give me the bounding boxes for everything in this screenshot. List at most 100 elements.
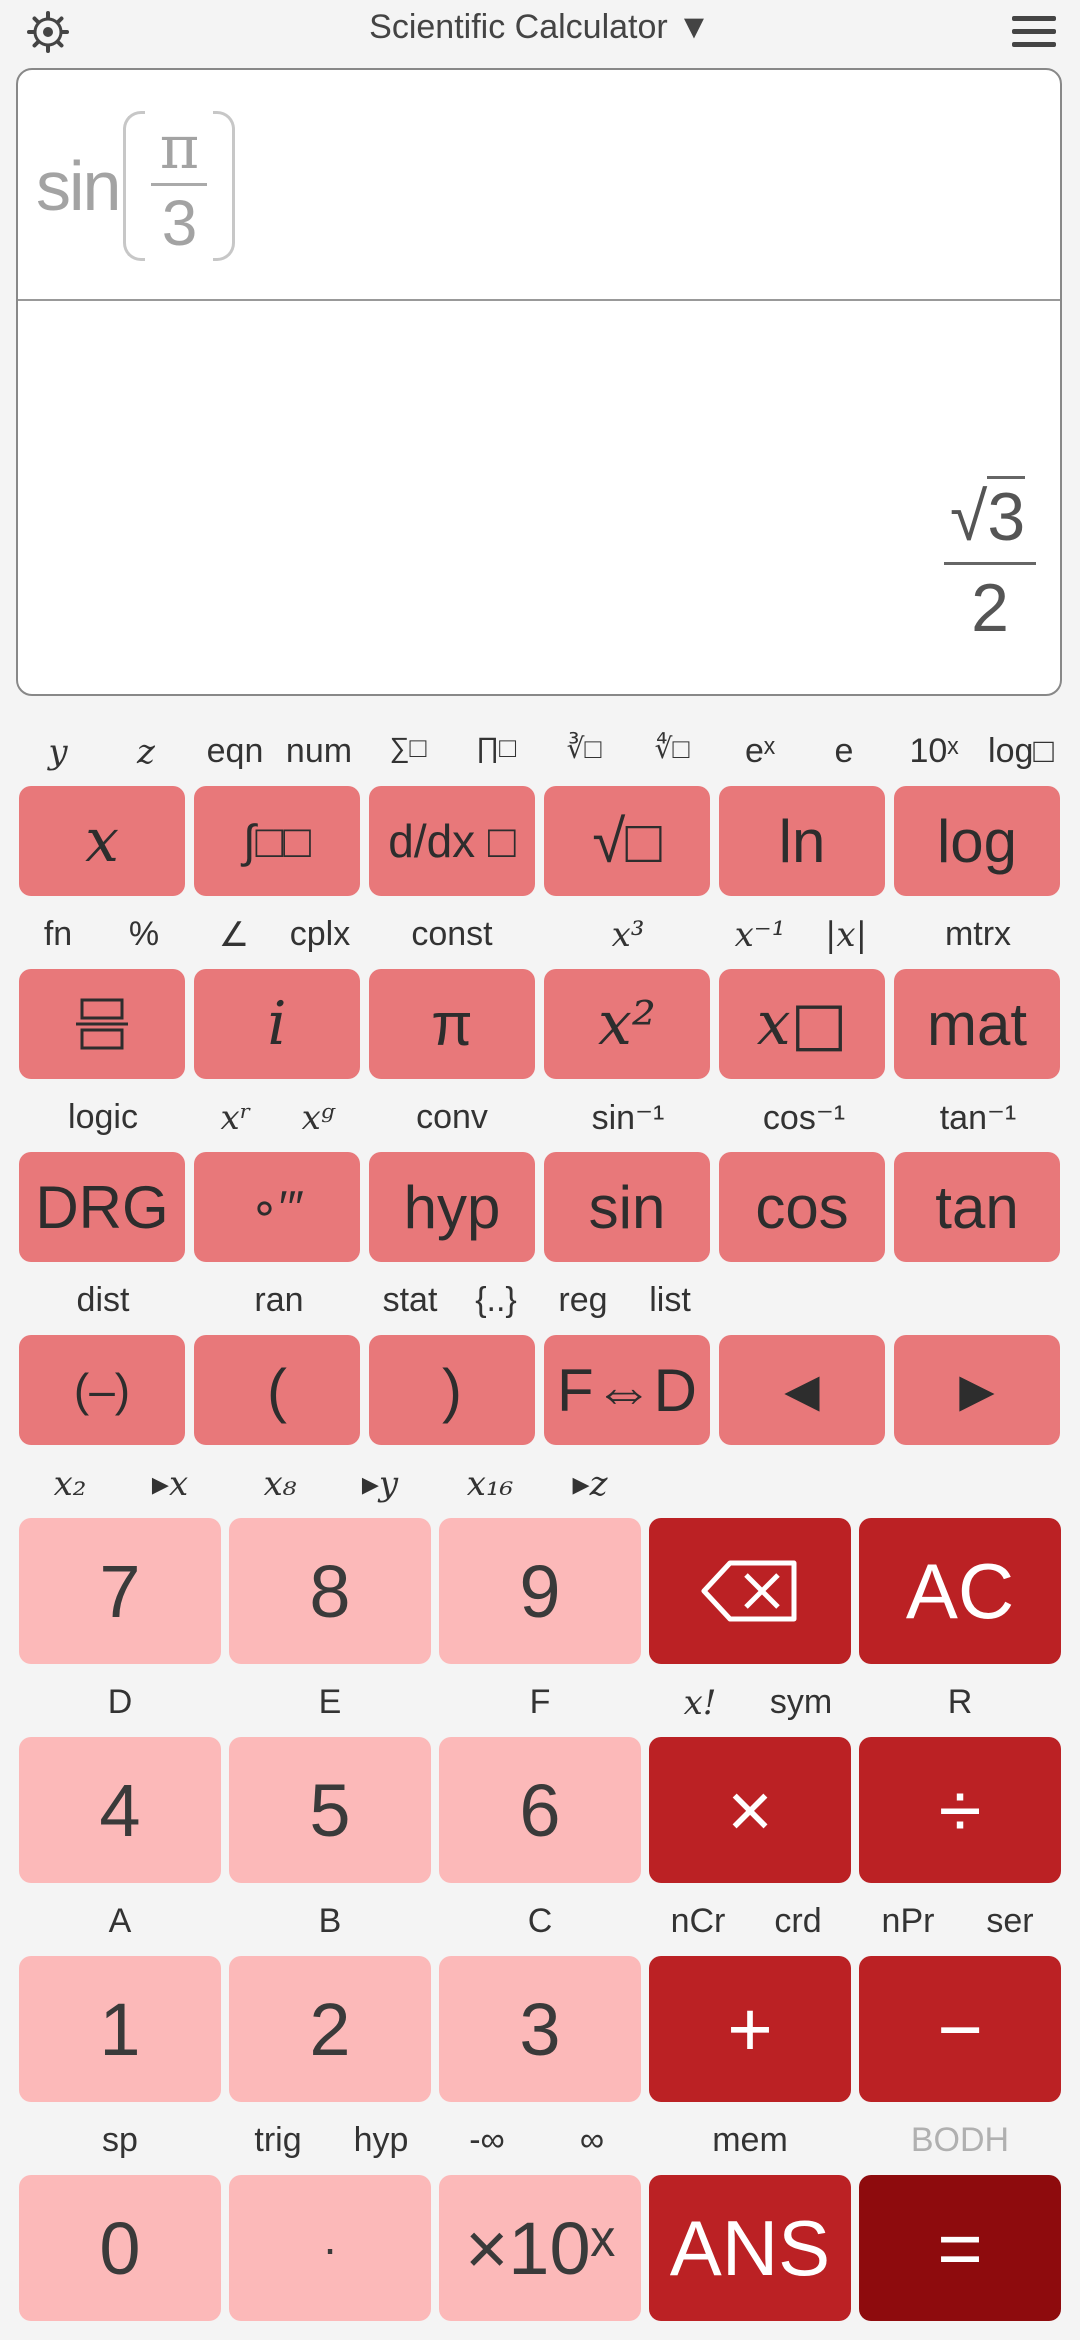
label-neg-infinity: -∞: [469, 2121, 505, 2159]
fraction-icon: [76, 998, 128, 1050]
label-to-x: ▸x: [151, 1464, 189, 1504]
label-num: num: [285, 732, 353, 770]
derivative-key[interactable]: d/dx □: [369, 786, 535, 896]
label-x-g: xᵍ: [301, 1098, 335, 1138]
drg-key[interactable]: DRG: [19, 1152, 185, 1262]
label-exp: eˣ: [744, 732, 776, 770]
label-set: {..}: [475, 1281, 517, 1319]
digit-7-key[interactable]: 7: [19, 1518, 221, 1664]
expression-function: sin: [36, 147, 121, 225]
pi-key[interactable]: π: [369, 969, 535, 1079]
label-R: R: [947, 1683, 973, 1721]
input-expression[interactable]: sin π 3: [36, 106, 236, 266]
display-divider: [18, 299, 1060, 301]
result-value: √3 2: [940, 476, 1040, 645]
result-numerator: √3: [940, 476, 1040, 556]
label-nth-root: ∜□: [654, 733, 690, 764]
label-sum: ∑□: [389, 732, 427, 763]
decimal-point-key[interactable]: ·: [229, 2175, 431, 2321]
top-bar: Scientific Calculator ▼: [0, 0, 1080, 66]
label-x-r: xʳ: [220, 1098, 252, 1138]
label-ser: ser: [986, 1902, 1034, 1940]
fraction-decimal-toggle-key[interactable]: F⇔D: [544, 1335, 710, 1445]
answer-key[interactable]: ANS: [649, 2175, 851, 2321]
label-z: z: [137, 732, 155, 772]
square-root-key[interactable]: √□: [544, 786, 710, 896]
digit-8-key[interactable]: 8: [229, 1518, 431, 1664]
log-key[interactable]: log: [894, 786, 1060, 896]
label-x-base16: x₁₆: [466, 1464, 514, 1504]
label-y: y: [48, 732, 68, 772]
label-hyp: hyp: [353, 2121, 409, 2159]
label-hex-D: D: [107, 1683, 133, 1721]
label-arcsin: sin⁻¹: [591, 1099, 665, 1137]
add-key[interactable]: +: [649, 1956, 851, 2102]
cursor-left-key[interactable]: ◀: [719, 1335, 885, 1445]
left-paren: [123, 111, 146, 261]
power-key[interactable]: x□: [719, 969, 885, 1079]
result-radicand: 3: [987, 476, 1026, 555]
matrix-key[interactable]: mat: [894, 969, 1060, 1079]
label-sp: sp: [102, 2121, 138, 2159]
label-ten-power: 10ˣ: [909, 732, 959, 770]
digit-9-key[interactable]: 9: [439, 1518, 641, 1664]
label-arctan: tan⁻¹: [939, 1099, 1017, 1137]
label-mtrx: mtrx: [944, 915, 1012, 953]
label-reg: reg: [558, 1281, 608, 1319]
mode-selector[interactable]: Scientific Calculator ▼: [0, 8, 1080, 47]
label-infinity: ∞: [579, 2121, 605, 2159]
digit-5-key[interactable]: 5: [229, 1737, 431, 1883]
backspace-key[interactable]: [649, 1518, 851, 1664]
calculator-display[interactable]: sin π 3 √3 2: [16, 68, 1062, 696]
menu-icon[interactable]: [1012, 16, 1056, 50]
label-product: ∏□: [476, 732, 516, 763]
variable-x-key[interactable]: x: [19, 786, 185, 896]
label-percent: %: [128, 915, 160, 953]
all-clear-key[interactable]: AC: [859, 1518, 1061, 1664]
label-hex-A: A: [108, 1902, 132, 1940]
imaginary-i-key[interactable]: i: [194, 969, 360, 1079]
label-const: const: [411, 915, 493, 953]
integral-key[interactable]: ∫□□: [194, 786, 360, 896]
label-abs: |x|: [824, 915, 868, 955]
tan-key[interactable]: tan: [894, 1152, 1060, 1262]
label-factorial: x!: [683, 1683, 717, 1723]
label-mem: mem: [712, 2121, 788, 2159]
close-paren-key[interactable]: ): [369, 1335, 535, 1445]
equals-key[interactable]: =: [859, 2175, 1061, 2321]
label-log-base: log□: [988, 732, 1054, 770]
hyp-key[interactable]: hyp: [369, 1152, 535, 1262]
label-crd: crd: [774, 1902, 822, 1940]
negative-key[interactable]: (–): [19, 1335, 185, 1445]
digit-6-key[interactable]: 6: [439, 1737, 641, 1883]
digit-1-key[interactable]: 1: [19, 1956, 221, 2102]
digit-3-key[interactable]: 3: [439, 1956, 641, 2102]
fraction-key[interactable]: [19, 969, 185, 1079]
label-inverse: x⁻¹: [734, 915, 786, 955]
label-fn: fn: [43, 915, 73, 953]
square-key[interactable]: x²: [544, 969, 710, 1079]
ln-key[interactable]: ln: [719, 786, 885, 896]
result-fraction-bar: [944, 562, 1036, 565]
label-trig: trig: [254, 2121, 302, 2159]
subtract-key[interactable]: −: [859, 1956, 1061, 2102]
label-cplx: cplx: [289, 915, 351, 953]
divide-key[interactable]: ÷: [859, 1737, 1061, 1883]
label-x-base8: x₈: [263, 1464, 297, 1504]
digit-0-key[interactable]: 0: [19, 2175, 221, 2321]
label-to-z: ▸z: [572, 1464, 608, 1504]
open-paren-key[interactable]: (: [194, 1335, 360, 1445]
degree-minute-second-key[interactable]: ∘′″: [194, 1152, 360, 1262]
times-ten-power-key[interactable]: ×10ˣ: [439, 2175, 641, 2321]
multiply-key[interactable]: ×: [649, 1737, 851, 1883]
label-x-base2: x₂: [53, 1464, 87, 1504]
sin-key[interactable]: sin: [544, 1152, 710, 1262]
digit-2-key[interactable]: 2: [229, 1956, 431, 2102]
digit-4-key[interactable]: 4: [19, 1737, 221, 1883]
cursor-right-key[interactable]: ▶: [894, 1335, 1060, 1445]
label-nCr: nCr: [670, 1902, 726, 1940]
cos-key[interactable]: cos: [719, 1152, 885, 1262]
label-stat: stat: [382, 1281, 438, 1319]
right-paren: [213, 111, 236, 261]
fraction-bar: [151, 182, 208, 186]
